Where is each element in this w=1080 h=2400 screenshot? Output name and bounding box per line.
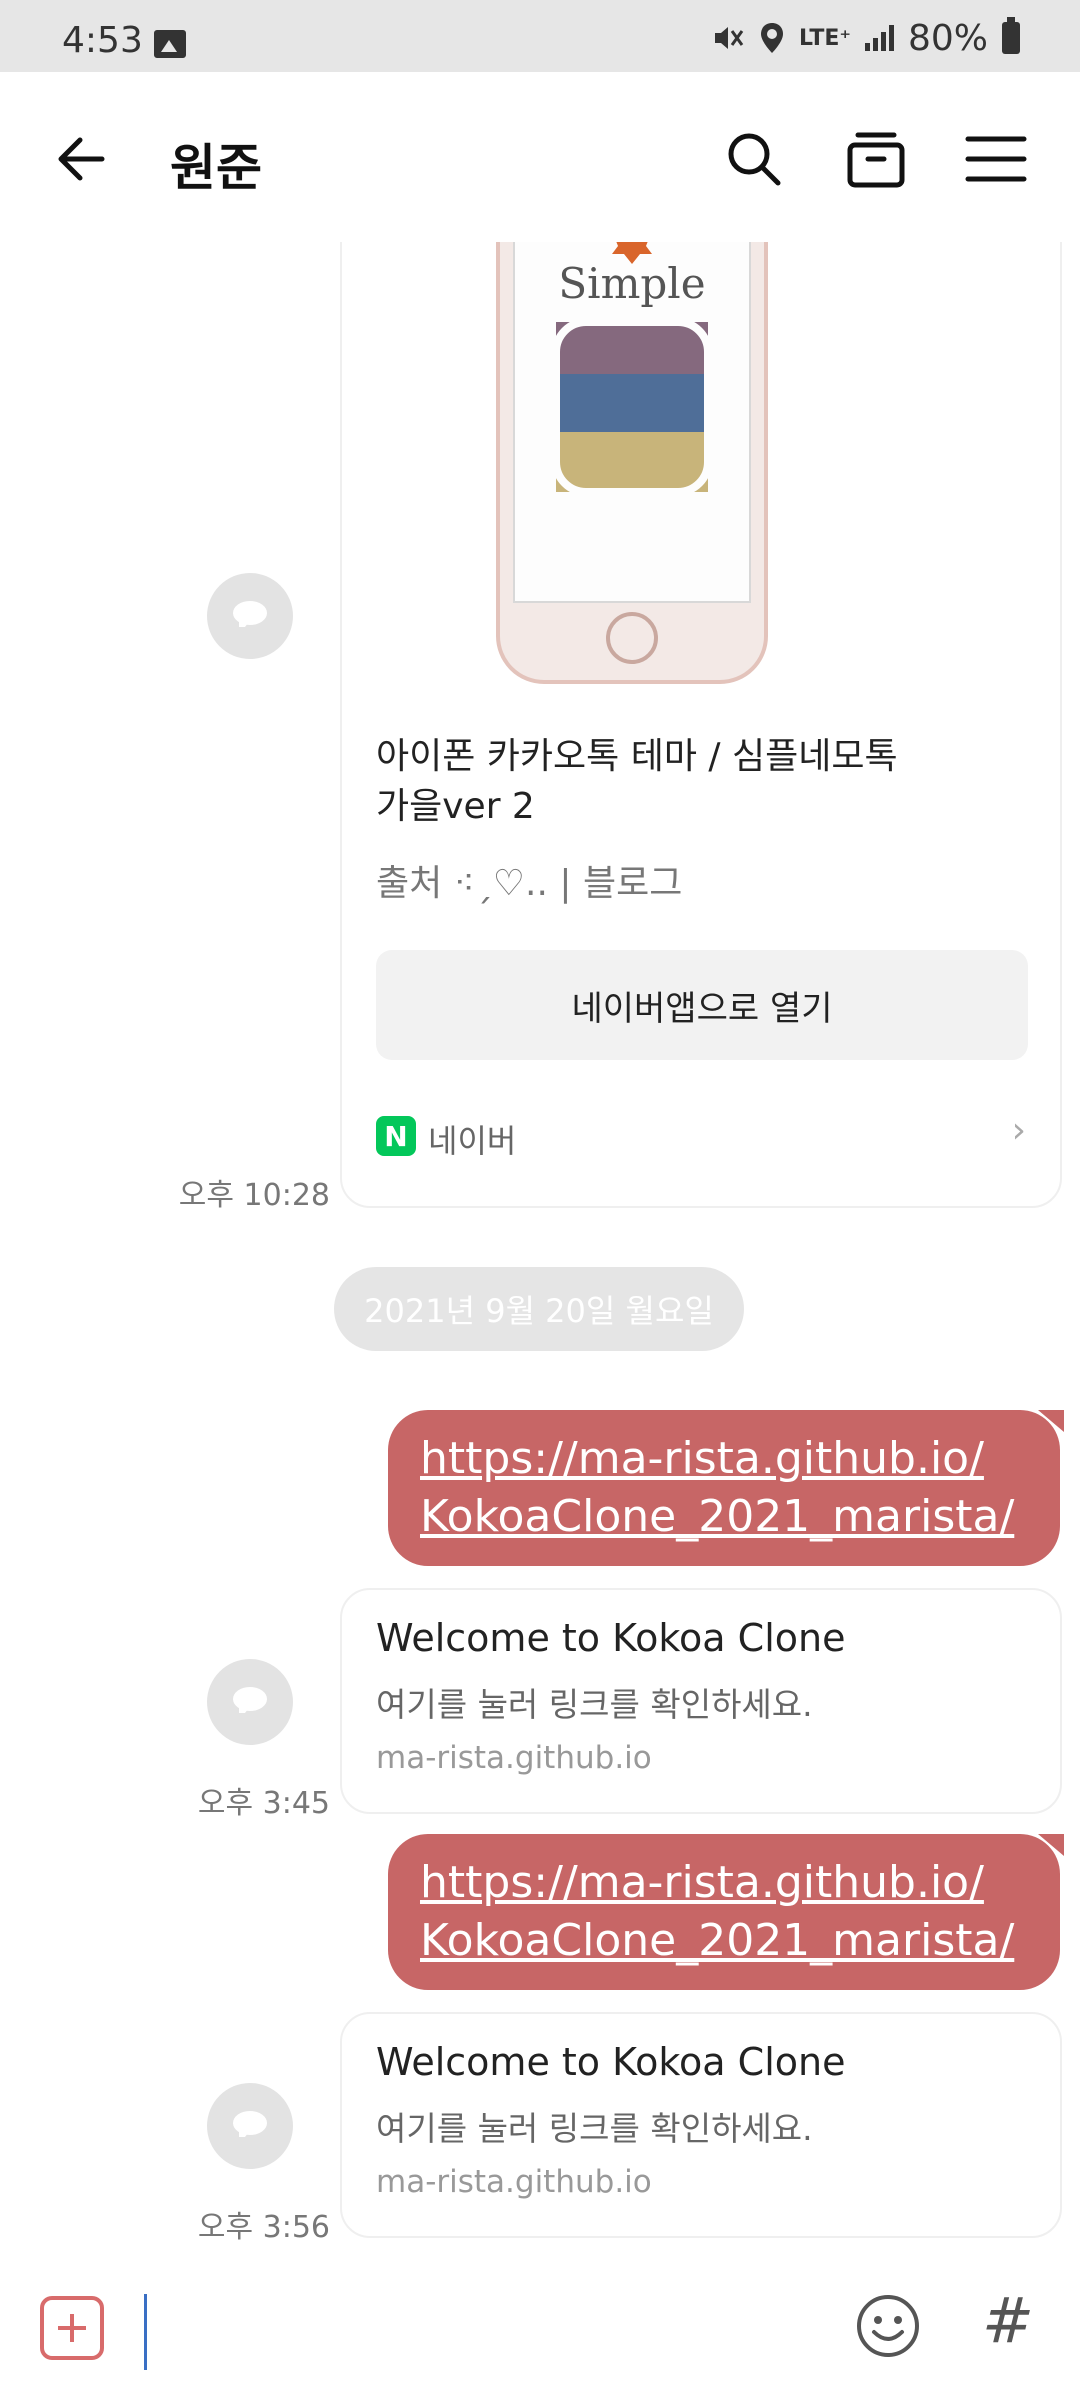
- chat-title: 원준: [170, 139, 262, 197]
- sent-link-line1[interactable]: https://ma-rista.github.io/: [420, 1430, 1028, 1488]
- message-input-bar: #: [0, 2272, 1080, 2400]
- provider-label: 네이버: [428, 1122, 517, 1160]
- plus-icon[interactable]: [40, 2296, 104, 2360]
- card-source: 출처 ⁖ˏ♡.. | 블로그: [376, 863, 683, 904]
- avatar[interactable]: [207, 1659, 293, 1745]
- network-label: LTE⁺: [798, 25, 851, 51]
- hash-icon[interactable]: #: [982, 2284, 1034, 2357]
- gallery-icon: [154, 30, 186, 58]
- mute-icon: [714, 27, 744, 49]
- signal-icon: [864, 25, 894, 51]
- battery-percent: 80%: [907, 17, 988, 59]
- message-time: 오후 3:56: [197, 2210, 330, 2245]
- link-preview-card[interactable]: Welcome to Kokoa Clone 여기를 눌러 링크를 확인하세요.…: [340, 2012, 1062, 2238]
- link-preview-description: 여기를 눌러 링크를 확인하세요.: [376, 1685, 813, 1724]
- message-time: 오후 3:45: [197, 1786, 330, 1821]
- location-icon: [760, 23, 783, 53]
- naver-blog-card[interactable]: Simple 아이폰 카카오톡 테마 / 심플네모톡 가을ver 2 출처 ⁖ˏ…: [340, 242, 1062, 1208]
- sent-link-line1[interactable]: https://ma-rista.github.io/: [420, 1854, 1028, 1912]
- card-title-line1: 아이폰 카카오톡 테마 / 심플네모톡: [376, 736, 898, 777]
- status-bar: 4:53 LTE⁺ 80%: [0, 0, 1080, 72]
- link-preview-description: 여기를 눌러 링크를 확인하세요.: [376, 2109, 813, 2148]
- message-input[interactable]: [144, 2294, 147, 2370]
- menu-icon[interactable]: [964, 127, 1028, 191]
- card-title-line2: 가을ver 2: [376, 786, 535, 827]
- naver-logo-icon: N: [376, 1116, 416, 1156]
- drawer-icon[interactable]: [844, 127, 908, 191]
- chevron-right-icon[interactable]: ›: [1012, 1110, 1026, 1151]
- message-time: 오후 10:28: [178, 1178, 330, 1213]
- link-preview-title: Welcome to Kokoa Clone: [376, 2040, 846, 2084]
- status-icons: LTE⁺ 80%: [711, 17, 1020, 59]
- back-arrow-icon[interactable]: [52, 127, 116, 191]
- status-time: 4:53: [62, 20, 143, 61]
- link-preview-card[interactable]: Welcome to Kokoa Clone 여기를 눌러 링크를 확인하세요.…: [340, 1588, 1062, 1814]
- link-preview-domain: ma-rista.github.io: [376, 2164, 652, 2200]
- sent-link-line2[interactable]: KokoaClone_2021_marista/: [420, 1912, 1028, 1970]
- sent-message-bubble[interactable]: https://ma-rista.github.io/ KokoaClone_2…: [388, 1834, 1064, 1990]
- open-naver-app-button[interactable]: 네이버앱으로 열기: [376, 950, 1028, 1060]
- link-preview-domain: ma-rista.github.io: [376, 1740, 652, 1776]
- thumbnail-text: Simple: [558, 259, 705, 308]
- date-divider: 2021년 9월 20일 월요일: [334, 1267, 744, 1351]
- avatar[interactable]: [207, 573, 293, 659]
- search-icon[interactable]: [722, 127, 786, 191]
- chat-list[interactable]: Simple 아이폰 카카오톡 테마 / 심플네모톡 가을ver 2 출처 ⁖ˏ…: [0, 242, 1080, 2272]
- chat-header: 원준: [0, 72, 1080, 242]
- emoji-icon[interactable]: [854, 2292, 922, 2360]
- link-preview-title: Welcome to Kokoa Clone: [376, 1616, 846, 1660]
- avatar[interactable]: [207, 2083, 293, 2169]
- battery-icon: [1002, 17, 1020, 54]
- blog-thumbnail-image: Simple: [496, 242, 768, 684]
- sent-link-line2[interactable]: KokoaClone_2021_marista/: [420, 1488, 1028, 1546]
- sent-message-bubble[interactable]: https://ma-rista.github.io/ KokoaClone_2…: [388, 1410, 1064, 1566]
